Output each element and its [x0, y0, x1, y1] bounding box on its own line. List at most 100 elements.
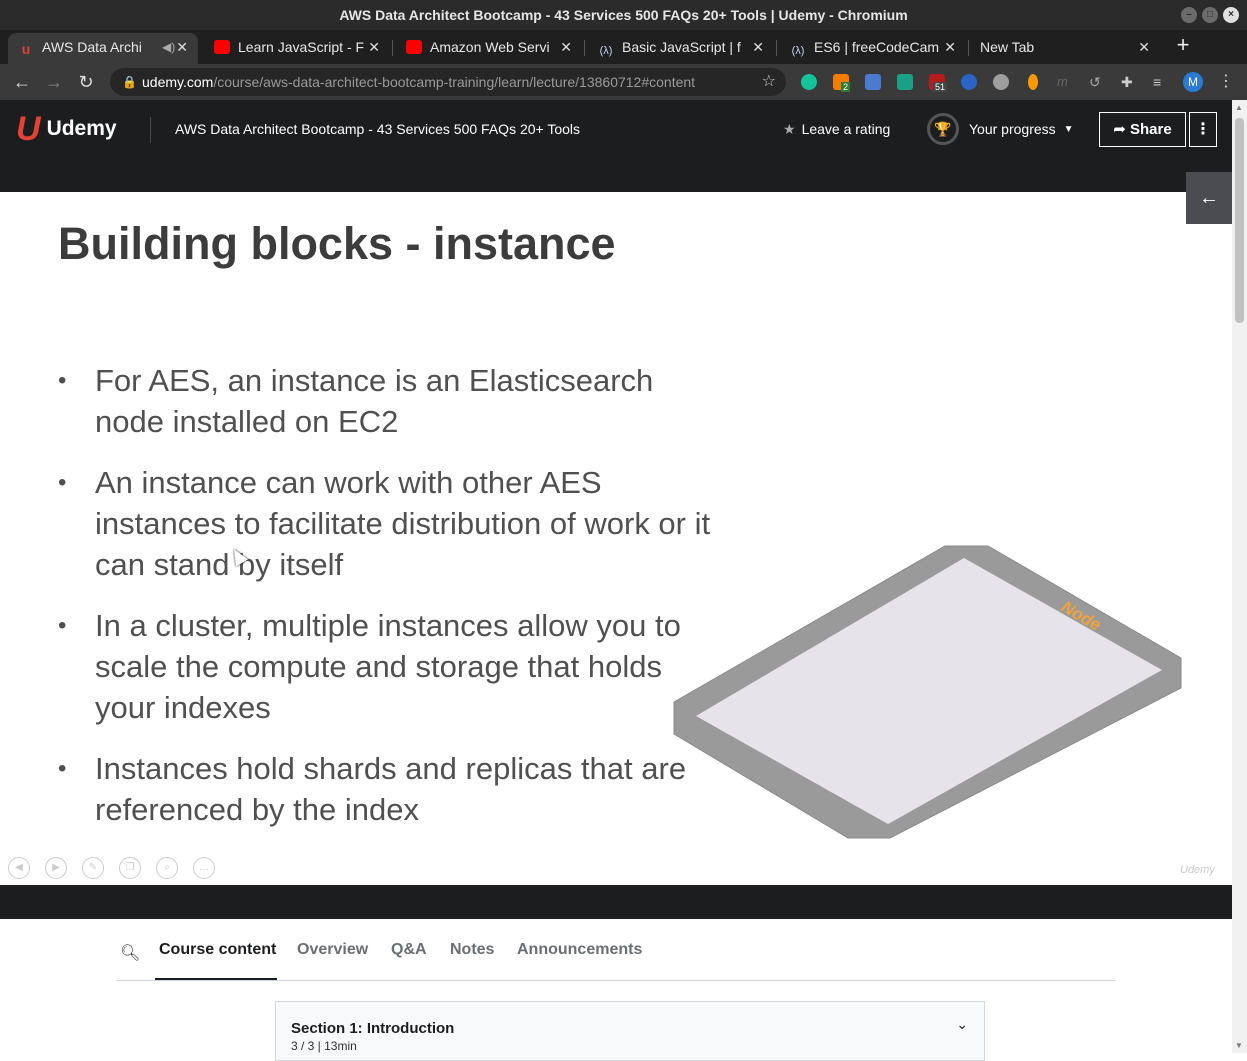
chevron-down-icon: ▼ [1063, 123, 1074, 135]
tab-strip: u AWS Data Archi ◀) ✕ Learn JavaScript - … [0, 30, 1247, 64]
zoom-icon[interactable]: ⌕ [156, 857, 178, 879]
more-controls-icon[interactable]: … [193, 857, 215, 879]
browser-tab-aws[interactable]: u AWS Data Archi ◀) ✕ [8, 33, 198, 64]
slide-bullet: For AES, an instance is an Elasticsearch… [58, 360, 718, 442]
ublock-extension-icon[interactable]: 51 [929, 74, 948, 92]
search-icon[interactable]: 🔍︎ [120, 943, 140, 963]
browser-tab-aws-yt[interactable]: Amazon Web Servi ✕ [396, 33, 582, 64]
tab-notes[interactable]: Notes [450, 941, 494, 959]
browser-tab-basic-js[interactable]: (λ) Basic JavaScript | f ✕ [588, 33, 774, 64]
extension-icon[interactable] [961, 74, 977, 90]
active-tab-indicator [155, 978, 277, 980]
tab-label: Learn JavaScript - F [238, 39, 365, 55]
extension-icon[interactable] [897, 74, 913, 90]
close-tab-icon[interactable]: ✕ [368, 33, 380, 61]
video-letterbox-bottom [0, 885, 1232, 919]
trophy-icon: 🏆 [927, 113, 959, 145]
previous-slide-icon[interactable]: ◀ [8, 857, 30, 879]
browser-tab-es6[interactable]: (λ) ES6 | freeCodeCam ✕ [780, 33, 966, 64]
tab-course-content[interactable]: Course content [159, 941, 276, 959]
extension-icon[interactable] [1028, 74, 1038, 90]
browser-tab-new[interactable]: New Tab ✕ [970, 33, 1160, 64]
extension-icon[interactable]: m [1057, 74, 1073, 90]
tab-label: ES6 | freeCodeCam [814, 39, 940, 55]
tab-overview[interactable]: Overview [297, 941, 368, 959]
next-slide-icon[interactable]: ▶ [45, 857, 67, 879]
expand-sidebar-button[interactable]: ← [1186, 172, 1232, 224]
minimize-button[interactable]: – [1181, 7, 1197, 23]
leave-rating-button[interactable]: ★ Leave a rating [783, 100, 890, 158]
slide-title: Building blocks - instance [58, 218, 616, 269]
page-scrollbar[interactable]: ▲ ▼ [1232, 100, 1247, 1053]
course-content-tabs: 🔍︎ Course content Overview Q&A Notes Ann… [116, 919, 1116, 981]
course-title-link[interactable]: AWS Data Architect Bootcamp - 43 Service… [175, 100, 580, 158]
udemy-watermark: Udemy [1180, 864, 1215, 876]
maximize-button[interactable]: □ [1202, 7, 1218, 23]
freecodecamp-icon: (λ) [791, 45, 805, 57]
window-title: AWS Data Architect Bootcamp - 43 Service… [339, 7, 908, 23]
chevron-down-icon[interactable]: ⌄ [956, 1016, 968, 1033]
section-accordion[interactable]: Section 1: Introduction 3 / 3 | 13min ⌄ [275, 1001, 985, 1061]
tab-label: Basic JavaScript | f [622, 39, 741, 55]
close-tab-icon[interactable]: ✕ [176, 33, 188, 61]
copy-icon[interactable]: ❐ [119, 857, 141, 879]
media-control-icon[interactable]: ≡ [1153, 74, 1169, 90]
extension-badge: 2 [841, 82, 851, 92]
pen-icon[interactable]: ✎ [82, 857, 104, 879]
scroll-up-arrow-icon[interactable]: ▲ [1235, 103, 1243, 112]
window-title-bar: AWS Data Architect Bootcamp - 43 Service… [0, 0, 1247, 30]
section-title: Section 1: Introduction [291, 1020, 455, 1037]
url-path: /course/aws-data-architect-bootcamp-trai… [213, 74, 696, 90]
browser-menu-icon[interactable]: ⋮ [1218, 72, 1234, 92]
section-meta: 3 / 3 | 13min [291, 1039, 357, 1053]
your-progress-button[interactable]: 🏆 Your progress ▼ [927, 113, 1074, 145]
close-window-button[interactable]: × [1223, 7, 1239, 23]
close-tab-icon[interactable]: ✕ [944, 33, 956, 61]
tab-announcements[interactable]: Announcements [517, 941, 642, 959]
browser-tab-learn-js[interactable]: Learn JavaScript - F ✕ [204, 33, 390, 64]
arrow-left-icon: ← [1199, 187, 1219, 209]
grammarly-extension-icon[interactable] [801, 74, 817, 90]
speaker-icon[interactable]: ◀) [162, 33, 175, 61]
address-bar[interactable]: 🔒 udemy.com/course/aws-data-architect-bo… [110, 68, 786, 96]
lecture-video[interactable]: Building blocks - instance For AES, an i… [0, 192, 1232, 885]
udemy-icon: u [21, 41, 31, 57]
browser-toolbar: ← → ↻ 🔒 udemy.com/course/aws-data-archit… [0, 64, 1247, 100]
url-host: udemy.com [142, 74, 214, 90]
more-options-button[interactable]: ⋮ [1189, 112, 1217, 147]
extension-icon[interactable]: 2 [833, 74, 851, 92]
reload-button[interactable]: ↻ [74, 70, 98, 94]
udemy-logo[interactable]: U Udemy [16, 112, 117, 146]
close-tab-icon[interactable]: ✕ [1138, 33, 1150, 61]
close-tab-icon[interactable]: ✕ [752, 33, 764, 61]
close-tab-icon[interactable]: ✕ [560, 33, 572, 61]
extension-icon[interactable] [993, 74, 1009, 90]
tab-label: Amazon Web Servi [430, 39, 550, 55]
scrollbar-thumb[interactable] [1235, 118, 1244, 323]
history-extension-icon[interactable]: ↺ [1089, 74, 1105, 90]
bookmark-star-icon[interactable]: ☆ [762, 68, 776, 96]
logo-text: Udemy [46, 117, 117, 140]
udemy-logo-icon: U [16, 110, 41, 148]
slide-bullet-list: For AES, an instance is an Elasticsearch… [58, 360, 718, 850]
freecodecamp-icon: (λ) [599, 45, 613, 57]
tab-qa[interactable]: Q&A [391, 941, 427, 959]
extension-badge: 51 [933, 82, 948, 92]
extensions-puzzle-icon[interactable]: ✚ [1121, 74, 1137, 90]
star-icon: ★ [783, 121, 796, 137]
docs-extension-icon[interactable] [865, 74, 881, 90]
share-button[interactable]: ➦ Share [1099, 112, 1186, 147]
profile-avatar[interactable]: M [1183, 72, 1203, 92]
back-button[interactable]: ← [10, 70, 34, 94]
udemy-header: U Udemy AWS Data Architect Bootcamp - 43… [0, 100, 1232, 158]
share-icon: ➦ [1113, 121, 1126, 138]
new-tab-button[interactable]: + [1172, 34, 1194, 56]
youtube-icon [214, 40, 230, 54]
lock-icon[interactable]: 🔒 [122, 68, 137, 96]
tab-label: AWS Data Archi [42, 39, 142, 55]
scroll-down-arrow-icon[interactable]: ▼ [1235, 1041, 1243, 1050]
share-label: Share [1130, 121, 1172, 138]
video-letterbox-top [0, 158, 1232, 192]
forward-button[interactable]: → [42, 70, 66, 94]
header-divider [150, 117, 151, 143]
